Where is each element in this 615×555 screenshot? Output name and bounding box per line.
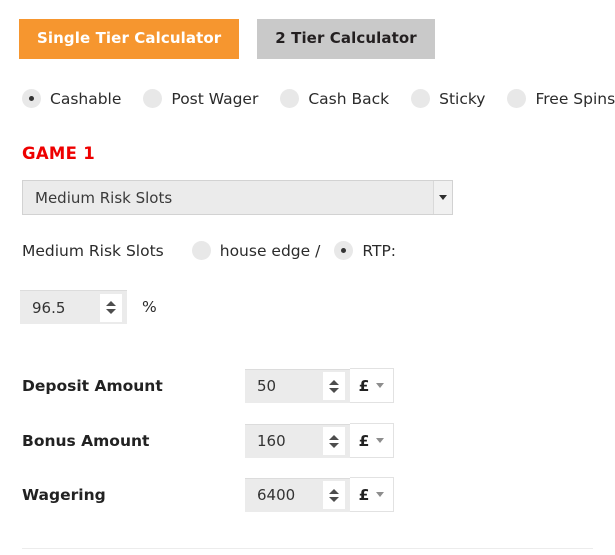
radio-label-cash-back: Cash Back [308,89,390,108]
bonus-type-radio-group: Cashable Post Wager Cash Back Sticky Fre… [22,89,615,108]
wagering-stepper[interactable] [323,481,345,509]
stepper-down-icon[interactable] [329,387,339,393]
radio-label-post-wager: Post Wager [171,89,259,108]
bonus-amount-row: Bonus Amount 160 £ [22,423,594,458]
deposit-amount-row: Deposit Amount 50 £ [22,368,594,403]
radio-item-free-spins[interactable]: Free Spins [507,89,615,108]
percent-sign-label: % [142,298,157,316]
deposit-currency-select[interactable]: £ [350,368,394,403]
wagering-currency-select[interactable]: £ [350,477,394,512]
stepper-up-icon[interactable] [329,379,339,385]
radio-cash-back-icon[interactable] [280,89,300,108]
bonus-currency-select[interactable]: £ [350,423,394,458]
stepper-up-icon[interactable] [329,434,339,440]
radio-label-rtp: RTP: [362,241,397,260]
deposit-amount-label: Deposit Amount [22,376,163,395]
deposit-amount-value[interactable]: 50 [245,377,323,395]
rtp-percent-stepper[interactable] [100,293,122,322]
radio-sticky-icon[interactable] [411,89,431,108]
rtp-percent-value[interactable]: 96.5 [20,299,100,317]
radio-free-spins-icon[interactable] [507,89,527,108]
rtp-percent-input[interactable]: 96.5 [20,290,127,324]
wagering-input[interactable]: 6400 [245,477,350,512]
wagering-row: Wagering 6400 £ [22,477,594,512]
stepper-down-icon[interactable] [329,442,339,448]
chevron-down-icon[interactable] [433,181,452,214]
game-section-heading: GAME 1 [22,144,96,163]
deposit-amount-input[interactable]: 50 [245,368,350,403]
radio-label-free-spins: Free Spins [535,89,615,108]
radio-item-cash-back[interactable]: Cash Back [280,89,389,108]
game-type-select-value: Medium Risk Slots [35,188,173,207]
radio-item-sticky[interactable]: Sticky [411,89,485,108]
radio-item-post-wager[interactable]: Post Wager [143,89,258,108]
radio-item-house-edge[interactable]: house edge / [191,241,321,260]
rtp-percent-field-wrap: 96.5 % [20,290,157,324]
stepper-up-icon[interactable] [106,301,116,306]
tab-2-tier-calculator[interactable]: 2 Tier Calculator [257,19,435,59]
game-type-select[interactable]: Medium Risk Slots [22,180,453,215]
radio-house-edge-icon[interactable] [191,241,211,260]
radio-label-sticky: Sticky [439,89,486,108]
wagering-label: Wagering [22,485,106,504]
radio-post-wager-icon[interactable] [143,89,163,108]
bonus-amount-stepper[interactable] [323,427,345,455]
wagering-currency-symbol: £ [358,485,370,504]
deposit-amount-stepper[interactable] [323,372,345,400]
bonus-amount-value[interactable]: 160 [245,432,323,450]
wagering-value[interactable]: 6400 [245,486,323,504]
stepper-down-icon[interactable] [329,496,339,502]
tab-single-tier-calculator[interactable]: Single Tier Calculator [19,19,240,59]
house-edge-rtp-row: Medium Risk Slots house edge / RTP: [22,241,410,260]
radio-item-cashable[interactable]: Cashable [22,89,121,108]
deposit-currency-symbol: £ [358,376,370,395]
calculator-tab-bar: Single Tier Calculator 2 Tier Calculator [19,19,435,59]
bonus-currency-symbol: £ [358,431,370,450]
chevron-down-icon[interactable] [376,383,385,388]
radio-item-rtp[interactable]: RTP: [334,241,396,260]
radio-rtp-icon[interactable] [334,241,354,260]
section-divider [22,548,593,549]
stepper-up-icon[interactable] [329,488,339,494]
radio-label-house-edge: house edge / [219,241,321,260]
bonus-amount-input[interactable]: 160 [245,423,350,458]
selected-game-name: Medium Risk Slots [22,241,164,260]
bonus-amount-label: Bonus Amount [22,431,150,450]
stepper-down-icon[interactable] [106,309,116,314]
chevron-down-icon[interactable] [376,438,385,443]
radio-label-cashable: Cashable [50,89,122,108]
chevron-down-icon[interactable] [376,492,385,497]
radio-cashable-icon[interactable] [22,89,41,108]
